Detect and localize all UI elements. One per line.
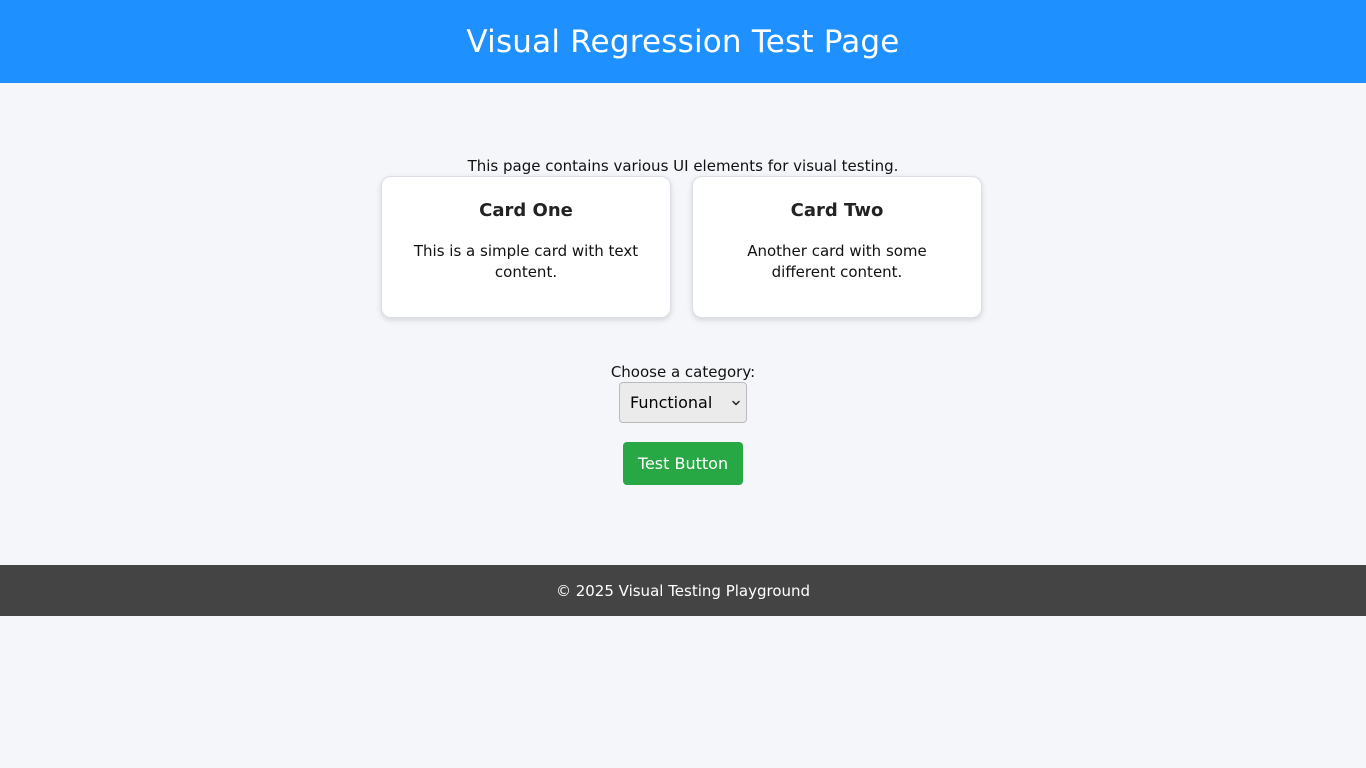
card-title: Card One: [479, 200, 573, 221]
card-two: Card Two Another card with some differen…: [692, 176, 982, 318]
test-button[interactable]: Test Button: [623, 442, 743, 485]
card-title: Card Two: [790, 200, 884, 221]
footer-text: © 2025 Visual Testing Playground: [555, 581, 811, 600]
card-one: Card One This is a simple card with text…: [381, 176, 671, 318]
page-header: Visual Regression Test Page: [0, 0, 1366, 83]
category-label: Choose a category:: [610, 363, 756, 381]
category-field: Choose a category: Functional: [0, 362, 1366, 423]
category-selected-value: Functional: [630, 393, 713, 412]
page-title: Visual Regression Test Page: [466, 23, 900, 60]
chevron-down-icon: [732, 399, 740, 407]
category-select[interactable]: Functional: [619, 382, 747, 423]
card-text: This is a simple card with text content.: [413, 242, 639, 281]
button-wrapper: Test Button: [623, 442, 743, 485]
intro-text: This page contains various UI elements f…: [467, 157, 899, 175]
card-text: Another card with some different content…: [747, 242, 927, 281]
card-container: Card One This is a simple card with text…: [381, 176, 982, 318]
page-footer: © 2025 Visual Testing Playground: [0, 565, 1366, 616]
main-content: This page contains various UI elements f…: [0, 83, 1366, 565]
